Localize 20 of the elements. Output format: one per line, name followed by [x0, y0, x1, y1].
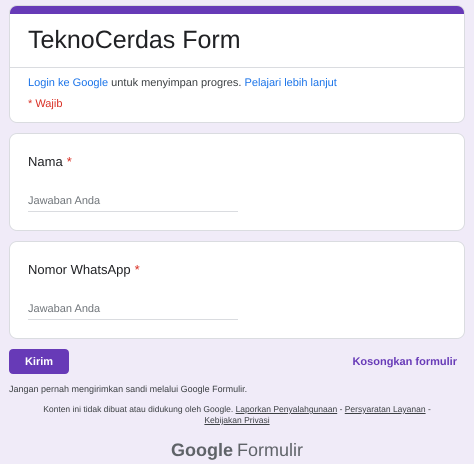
form-title: TeknoCerdas Form: [27, 25, 242, 56]
footer-notice: Konten ini tidak dibuat atau didukung oleh Google. Laporkan Penyalahgunaan - Persyaratan Layanan - Kebijakan Privasi: [42, 404, 432, 426]
logo-product: Formulir: [237, 440, 303, 462]
clear-form-button[interactable]: Kosongkan formulir: [344, 356, 465, 368]
question-label: Nama: [28, 154, 63, 169]
question-label: Nomor WhatsApp: [28, 262, 131, 277]
answer-field[interactable]: Jawaban Anda: [28, 193, 238, 212]
answer-field[interactable]: Jawaban Anda: [28, 301, 238, 320]
password-warning: Jangan pernah mengirimkan sandi melalui Google Formulir.: [9, 384, 248, 394]
footer-link[interactable]: Laporkan Penyalahgunaan: [236, 404, 338, 414]
submit-button[interactable]: Kirim: [9, 349, 69, 374]
footer-link[interactable]: Persyaratan Layanan: [344, 404, 426, 414]
required-asterisk: *: [66, 154, 72, 169]
required-note: * Wajib: [28, 98, 64, 110]
learn-more-link[interactable]: Pelajari lebih lanjut: [244, 77, 337, 89]
footer-link[interactable]: Kebijakan Privasi: [204, 415, 270, 426]
required-asterisk: *: [134, 262, 140, 277]
login-link[interactable]: Login ke Google: [28, 77, 108, 89]
logo-brand: Google: [171, 440, 233, 462]
login-notice: Login ke Google untuk menyimpan progres. Pelajari lebih lanjut: [28, 77, 338, 89]
